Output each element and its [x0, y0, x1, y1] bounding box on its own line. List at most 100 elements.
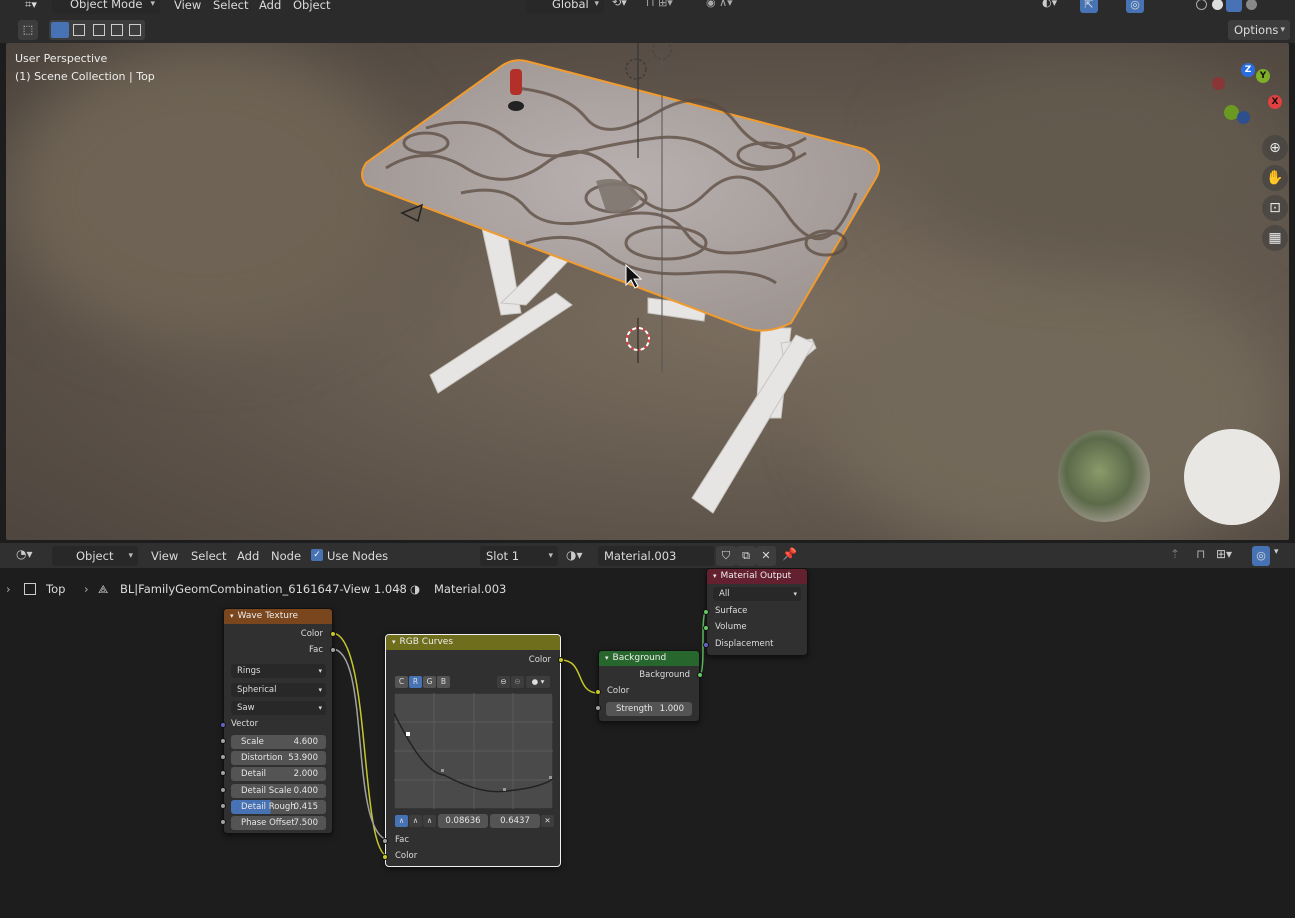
parent-node-icon[interactable]: ⇡ — [1170, 547, 1186, 565]
menu-select[interactable]: Select — [191, 549, 226, 563]
input-socket[interactable] — [220, 819, 226, 825]
menu-add[interactable]: Add — [237, 549, 259, 563]
wave-profile-select[interactable]: Saw ▾ — [231, 701, 326, 715]
input-socket[interactable] — [220, 787, 226, 793]
gizmo-neg-x-axis[interactable] — [1212, 77, 1225, 90]
node-editor-canvas[interactable]: › Top › ⟁ BL|FamilyGeomCombination_61616… — [0, 568, 1295, 918]
input-socket[interactable] — [220, 754, 226, 760]
material-browse-icon[interactable]: ◑▾ — [566, 548, 596, 566]
wave-type-select[interactable]: Rings ▾ — [231, 664, 326, 678]
vector-handle-icon[interactable]: ∧ — [409, 815, 422, 827]
camera-view-icon[interactable]: ⊡ — [1262, 195, 1288, 221]
point-y-field[interactable]: 0.6437 — [490, 814, 540, 828]
detail-scale-field[interactable]: Detail Scale 0.400 — [231, 784, 326, 798]
shader-type-dropdown[interactable]: Object ▾ — [52, 546, 138, 566]
editor-type-icon[interactable]: ◔▾ — [16, 547, 46, 565]
point-x-field[interactable]: 0.08636 — [438, 814, 488, 828]
strength-field[interactable]: Strength 1.000 — [606, 702, 692, 716]
pivot-icon[interactable]: ⟲▾ — [612, 0, 640, 14]
pin-icon[interactable]: 📌 — [782, 547, 798, 565]
phase-offset-field[interactable]: Phase Offset 7.500 — [231, 816, 326, 830]
scale-field[interactable]: Scale 4.600 — [231, 735, 326, 749]
zoom-in-icon[interactable]: ⊖ — [497, 676, 510, 688]
gizmo-toggle-icon[interactable]: ⇱ — [1080, 0, 1098, 13]
select-intersect-icon[interactable] — [129, 24, 141, 36]
use-nodes-checkbox[interactable]: ✓ — [311, 549, 323, 561]
input-socket[interactable] — [220, 770, 226, 776]
material-shading-icon[interactable] — [1226, 0, 1242, 12]
gizmo-z-axis[interactable]: Z — [1241, 63, 1255, 77]
channel-r-button[interactable]: R — [409, 676, 422, 688]
snap-icon[interactable]: ⊓ ⊞▾ — [646, 0, 698, 14]
editor-type-icon[interactable]: ⌗▾ — [18, 0, 44, 15]
output-socket[interactable] — [330, 631, 336, 637]
channel-g-button[interactable]: G — [423, 676, 436, 688]
mode-dropdown[interactable]: Object Mode ▾ — [52, 0, 160, 14]
navigation-gizmo[interactable]: Z Y X — [1202, 59, 1284, 131]
wireframe-shading-icon[interactable] — [1196, 0, 1207, 10]
menu-add[interactable]: Add — [259, 0, 281, 12]
menu-object[interactable]: Object — [293, 0, 330, 12]
detail-field[interactable]: Detail 2.000 — [231, 767, 326, 781]
material-name-field[interactable]: Material.003 — [598, 546, 714, 566]
select-subtract-icon[interactable] — [93, 24, 105, 36]
output-socket[interactable] — [330, 647, 336, 653]
fake-user-icon[interactable]: ⛉ — [716, 546, 736, 566]
ortho-grid-icon[interactable]: ▦ — [1262, 225, 1288, 251]
overlay-dropdown-icon[interactable]: ▾ — [1274, 547, 1288, 565]
select-extend-icon[interactable] — [73, 24, 85, 36]
output-target-select[interactable]: All ▾ — [713, 587, 801, 601]
distortion-field[interactable]: Distortion 53.900 — [231, 751, 326, 765]
menu-node[interactable]: Node — [271, 549, 301, 563]
auto-handle-icon[interactable]: ∧ — [423, 815, 436, 827]
orientation-dropdown[interactable]: Global ▾ — [526, 0, 604, 14]
input-socket[interactable] — [703, 625, 709, 631]
gizmo-x-axis[interactable]: X — [1268, 95, 1282, 109]
proportional-edit-icon[interactable]: ◉ ∧▾ — [706, 0, 754, 14]
wave-texture-node[interactable]: ▾ Wave Texture Color Fac Rings ▾ Spherical… — [220, 608, 336, 834]
delete-point-icon[interactable]: ✕ — [541, 815, 554, 827]
detail-roughness-field[interactable]: Detail Rough 0.415 — [231, 800, 326, 814]
input-socket[interactable] — [595, 689, 601, 695]
input-socket[interactable] — [382, 838, 388, 844]
snap-mode-icon[interactable]: ⊞▾ — [1216, 547, 1244, 565]
select-tool-icon[interactable]: ⬚ — [18, 20, 38, 40]
gizmo-y-axis[interactable]: Y — [1256, 69, 1270, 83]
overlay-toggle-icon[interactable]: ◎ — [1126, 0, 1144, 13]
channel-b-button[interactable]: B — [437, 676, 450, 688]
3d-viewport[interactable]: User Perspective (1) Scene Collection | … — [6, 43, 1289, 540]
input-socket[interactable] — [220, 738, 226, 744]
unlink-material-icon[interactable]: ✕ — [756, 546, 776, 566]
curve-tools-icon[interactable]: ● ▾ — [526, 676, 550, 688]
node-header[interactable]: ▾ RGB Curves — [386, 635, 560, 650]
menu-view[interactable]: View — [174, 0, 201, 12]
solid-shading-icon[interactable] — [1212, 0, 1223, 10]
visibility-icon[interactable]: ◐▾ — [1042, 0, 1072, 14]
rgb-curves-node[interactable]: ▾ RGB Curves Color C R G B ⊖ ⊖ ● ▾ ∧ ∧ ∧ … — [382, 634, 564, 867]
output-socket[interactable] — [697, 672, 703, 678]
pan-hand-icon[interactable]: ✋ — [1262, 165, 1288, 191]
material-output-node[interactable]: ▾ Material Output All ▾ Surface Volume Dis… — [703, 568, 808, 656]
node-header[interactable]: ▾ Material Output — [707, 569, 807, 584]
input-socket[interactable] — [595, 705, 601, 711]
menu-select[interactable]: Select — [213, 0, 248, 12]
slot-dropdown[interactable]: Slot 1 ▾ — [480, 546, 558, 566]
select-invert-icon[interactable] — [111, 24, 123, 36]
input-socket[interactable] — [382, 854, 388, 860]
snap-icon[interactable]: ⊓ — [1196, 547, 1212, 565]
input-socket[interactable] — [703, 642, 709, 648]
zoom-out-icon[interactable]: ⊖ — [511, 676, 524, 688]
zoom-icon[interactable]: ⊕ — [1262, 135, 1288, 161]
input-socket[interactable] — [220, 722, 226, 728]
node-header[interactable]: ▾ Background — [599, 651, 699, 666]
background-node[interactable]: ▾ Background Background Color Strength 1.0… — [595, 650, 703, 722]
duplicate-material-icon[interactable]: ⧉ — [736, 546, 756, 566]
menu-view[interactable]: View — [151, 549, 178, 563]
overlay-toggle-icon[interactable]: ◎ — [1252, 546, 1270, 566]
smooth-handle-icon[interactable]: ∧ — [395, 815, 408, 827]
select-set-icon[interactable] — [51, 22, 69, 38]
wave-direction-select[interactable]: Spherical ▾ — [231, 683, 326, 697]
output-socket[interactable] — [558, 657, 564, 663]
channel-c-button[interactable]: C — [395, 676, 408, 688]
options-dropdown[interactable]: Options ▾ — [1228, 20, 1290, 40]
